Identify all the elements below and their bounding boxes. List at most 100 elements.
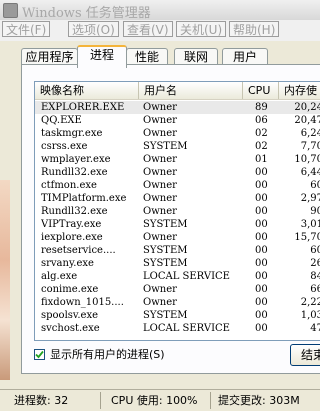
process-name: svchost.exe <box>41 323 100 334</box>
process-user: SYSTEM <box>143 245 188 256</box>
table-row[interactable]: taskmgr.exe Owner 02 6,24 <box>35 127 320 140</box>
process-cpu: 00 <box>255 284 268 295</box>
process-name: TIMPlatform.exe <box>41 193 127 204</box>
table-row[interactable]: ctfmon.exe Owner 00 60 <box>35 179 320 192</box>
process-user: SYSTEM <box>143 219 188 230</box>
process-name: srvany.exe <box>41 258 94 269</box>
process-user: Owner <box>143 297 177 308</box>
process-cpu: 00 <box>255 271 268 282</box>
process-user: LOCAL SERVICE <box>143 323 230 334</box>
status-process-count: 进程数: 32 <box>14 394 69 407</box>
process-cpu: 02 <box>255 128 268 139</box>
process-user: SYSTEM <box>143 141 188 152</box>
background-decoration <box>0 180 10 380</box>
process-memory: 6,24 <box>300 128 320 139</box>
process-memory: 10,70 <box>294 154 320 165</box>
process-cpu: 00 <box>255 219 268 230</box>
menu-shutdown[interactable]: 关机(U) <box>176 21 227 37</box>
status-bar: 进程数: 32 CPU 使用: 100% 提交更改: 303M <box>0 389 320 411</box>
menu-view[interactable]: 查看(V) <box>123 21 173 37</box>
column-cpu[interactable]: CPU <box>243 82 279 99</box>
status-cpu-usage: CPU 使用: 100% <box>111 394 198 407</box>
process-memory: 60 <box>310 180 320 191</box>
process-list[interactable]: 映像名称 用户名 CPU 内存使用 EXPLORER.EXE Owner 89 20,… <box>34 81 320 341</box>
process-cpu: 00 <box>255 180 268 191</box>
process-cpu: 00 <box>255 193 268 204</box>
process-user: Owner <box>143 167 177 178</box>
process-user: Owner <box>143 128 177 139</box>
process-memory: 20,24 <box>294 102 320 113</box>
status-divider <box>100 392 101 409</box>
table-row[interactable]: iexplore.exe Owner 00 15,70 <box>35 231 320 244</box>
table-row[interactable]: alg.exe LOCAL SERVICE 00 84 <box>35 270 320 283</box>
process-cpu: 00 <box>255 297 268 308</box>
tab-processes[interactable]: 进程 <box>77 45 127 68</box>
table-row[interactable]: TIMPlatform.exe Owner 00 2,97 <box>35 192 320 205</box>
table-row[interactable]: QQ.EXE Owner 06 20,47 <box>35 114 320 127</box>
process-name: VIPTray.exe <box>41 219 102 230</box>
table-row[interactable]: Rundll32.exe Owner 00 6,44 <box>35 166 320 179</box>
table-row[interactable]: Rundll32.exe Owner 00 90 <box>35 205 320 218</box>
process-user: SYSTEM <box>143 258 188 269</box>
table-row[interactable]: srvany.exe SYSTEM 00 26 <box>35 257 320 270</box>
list-header: 映像名称 用户名 CPU 内存使用 <box>35 82 320 114</box>
table-row[interactable]: EXPLORER.EXE Owner 89 20,24 <box>35 101 320 114</box>
process-user: Owner <box>143 180 177 191</box>
process-user: Owner <box>143 154 177 165</box>
process-name: Rundll32.exe <box>41 206 108 217</box>
table-row[interactable]: svchost.exe LOCAL SERVICE 00 47 <box>35 322 320 335</box>
table-row[interactable]: resetservice.... SYSTEM 00 60 <box>35 244 320 257</box>
process-memory: 26 <box>310 258 320 269</box>
process-user: Owner <box>143 115 177 126</box>
process-user: Owner <box>143 193 177 204</box>
process-cpu: 89 <box>255 102 268 113</box>
column-image-name[interactable]: 映像名称 <box>35 82 139 99</box>
process-name: resetservice.... <box>41 245 116 256</box>
process-name: fixdown_1015.... <box>41 297 124 308</box>
end-process-button[interactable]: 结束 <box>290 344 320 366</box>
process-memory: 15,70 <box>294 232 320 243</box>
process-user: Owner <box>143 232 177 243</box>
table-row[interactable]: conime.exe Owner 00 66 <box>35 283 320 296</box>
process-name: csrss.exe <box>41 141 88 152</box>
title-bar[interactable]: Windows 任务管理器 <box>0 0 320 21</box>
process-name: alg.exe <box>41 271 78 282</box>
menu-options[interactable]: 选项(O) <box>68 21 119 37</box>
task-manager-icon <box>3 3 18 18</box>
process-user: Owner <box>143 284 177 295</box>
menu-bar: 文件(F) 选项(O) 查看(V) 关机(U) 帮助(H) <box>0 20 320 41</box>
process-memory: 66 <box>310 284 320 295</box>
process-cpu: 00 <box>255 323 268 334</box>
process-cpu: 00 <box>255 167 268 178</box>
process-name: QQ.EXE <box>41 115 82 126</box>
menu-help[interactable]: 帮助(H) <box>229 21 280 37</box>
process-name: iexplore.exe <box>41 232 103 243</box>
show-all-users-label: 显示所有用户的进程(S) <box>50 348 165 361</box>
table-row[interactable]: fixdown_1015.... Owner 00 2,22 <box>35 296 320 309</box>
show-all-users-checkbox[interactable] <box>34 349 45 360</box>
menu-file[interactable]: 文件(F) <box>2 21 51 37</box>
process-cpu: 06 <box>255 115 268 126</box>
process-user: Owner <box>143 102 177 113</box>
table-row[interactable]: wmplayer.exe Owner 01 10,70 <box>35 153 320 166</box>
process-name: EXPLORER.EXE <box>41 102 125 113</box>
column-memory[interactable]: 内存使用 <box>279 82 320 114</box>
process-user: SYSTEM <box>143 310 188 321</box>
column-user-name[interactable]: 用户名 <box>139 82 243 99</box>
process-name: ctfmon.exe <box>41 180 97 191</box>
table-row[interactable]: csrss.exe SYSTEM 02 7,70 <box>35 140 320 153</box>
process-cpu: 02 <box>255 141 268 152</box>
process-user: LOCAL SERVICE <box>143 271 230 282</box>
window-title: Windows 任务管理器 <box>22 6 151 21</box>
status-divider <box>210 392 211 409</box>
process-memory: 2,22 <box>300 297 320 308</box>
process-name: wmplayer.exe <box>41 154 111 165</box>
process-cpu: 00 <box>255 232 268 243</box>
process-memory: 60 <box>310 245 320 256</box>
process-cpu: 00 <box>255 206 268 217</box>
process-cpu: 01 <box>255 154 268 165</box>
table-row[interactable]: spoolsv.exe SYSTEM 00 1,03 <box>35 309 320 322</box>
checkmark-icon <box>35 350 44 359</box>
table-row[interactable]: VIPTray.exe SYSTEM 00 3,01 <box>35 218 320 231</box>
process-cpu: 00 <box>255 258 268 269</box>
